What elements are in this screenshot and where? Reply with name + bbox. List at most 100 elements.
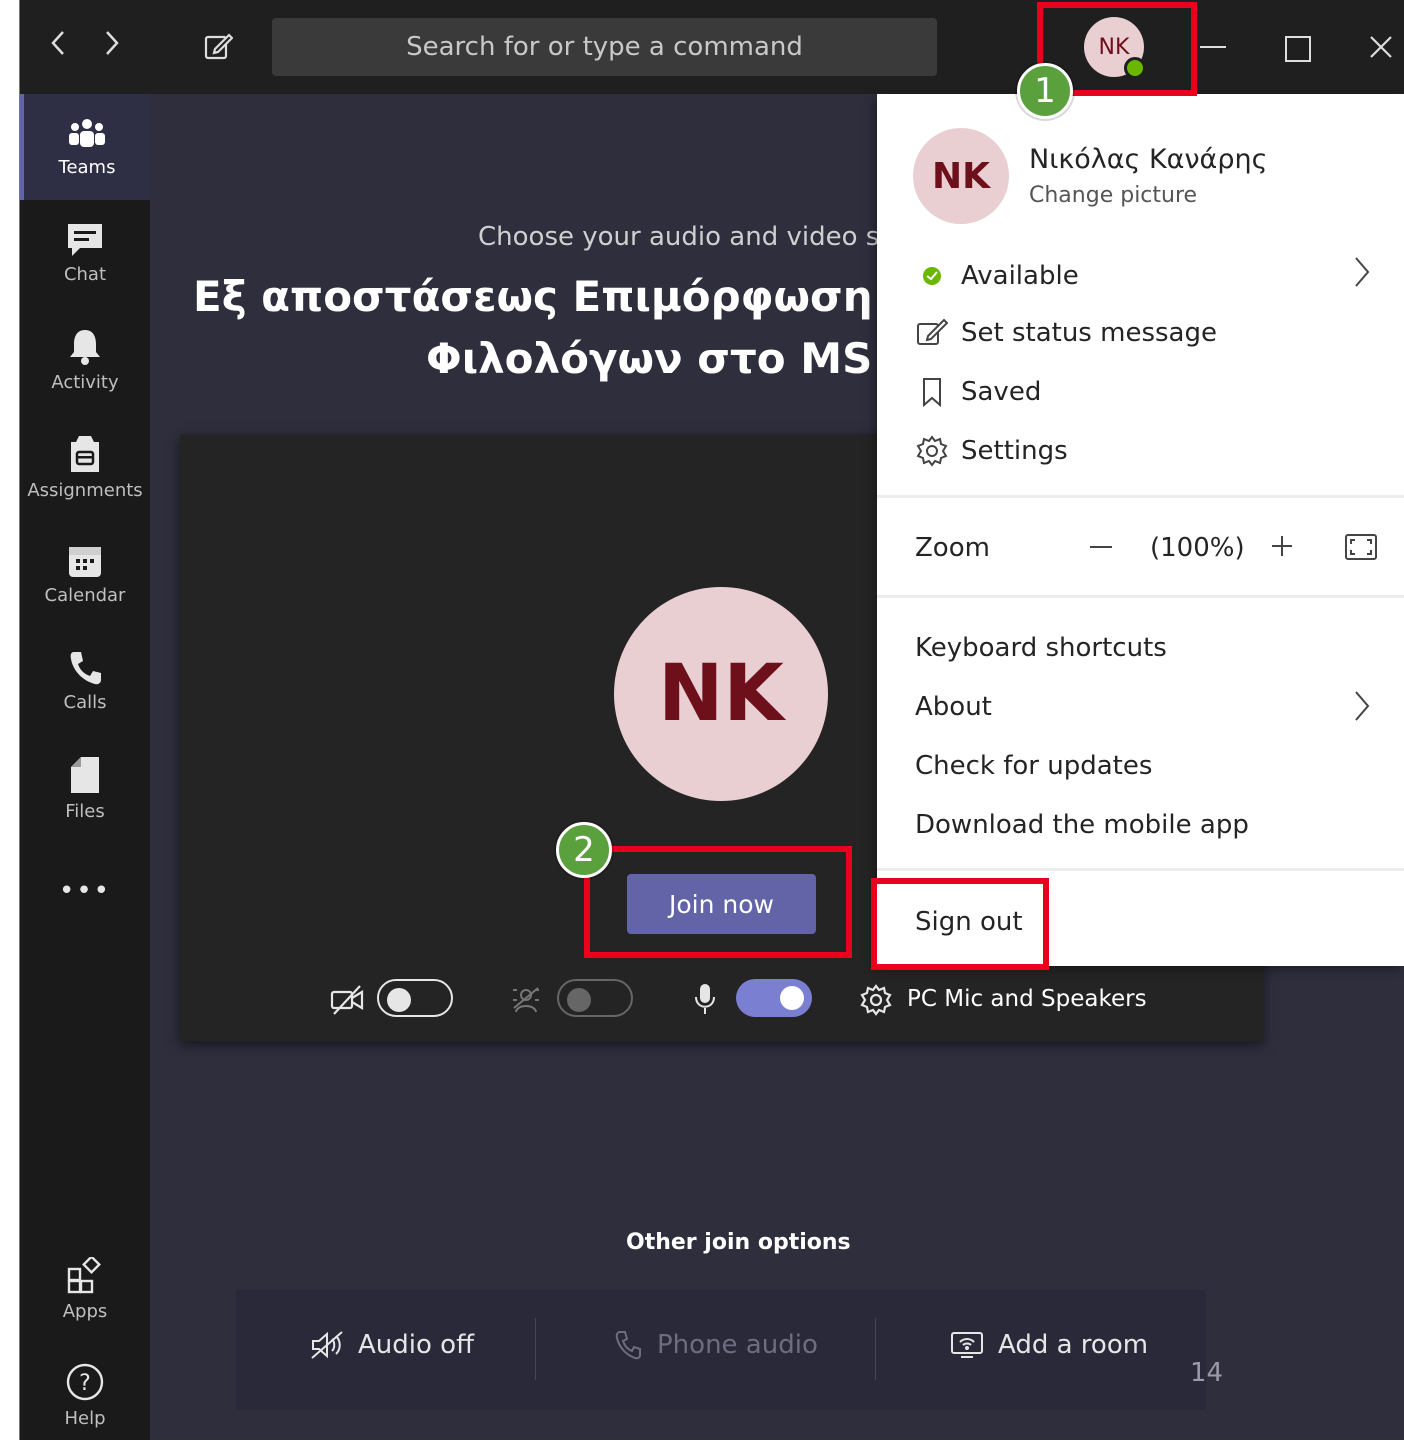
- zoom-in-button[interactable]: [1270, 534, 1294, 562]
- compose-icon: [204, 33, 234, 60]
- set-status-message-item[interactable]: Set status message: [915, 311, 1217, 355]
- change-picture-link[interactable]: Change picture: [1029, 183, 1197, 208]
- teams-icon: [69, 118, 105, 147]
- assignments-icon: [71, 435, 99, 472]
- microphone-toggle[interactable]: [736, 979, 812, 1017]
- menu-divider: [877, 868, 1404, 871]
- rail-item-calls[interactable]: Calls: [20, 628, 150, 734]
- device-settings-icon[interactable]: [860, 984, 892, 1020]
- camera-toggle[interactable]: [377, 979, 453, 1017]
- rail-item-chat[interactable]: Chat: [20, 200, 150, 306]
- search-input[interactable]: Search for or type a command: [272, 18, 937, 76]
- menu-divider: [877, 595, 1404, 598]
- saved-item[interactable]: Saved: [915, 370, 1041, 414]
- zoom-value: (100%): [1150, 533, 1245, 563]
- audio-off-option[interactable]: Audio off: [310, 1330, 474, 1360]
- rail-item-label: Files: [65, 800, 105, 822]
- edit-status-icon: [917, 318, 948, 345]
- rail-item-activity[interactable]: Activity: [20, 307, 150, 413]
- audio-device-label[interactable]: PC Mic and Speakers: [907, 986, 1147, 1012]
- option-divider: [535, 1318, 536, 1380]
- chevron-right-icon: [1352, 688, 1372, 733]
- rail-item-label: Calls: [63, 691, 107, 713]
- meeting-title-line1: Εξ αποστάσεως Επιμόρφωση Κα: [193, 272, 949, 321]
- camera-off-icon: [330, 984, 364, 1020]
- chevron-right-icon: [106, 31, 119, 55]
- rail-item-label: Activity: [51, 371, 119, 393]
- highlight-box-join: [584, 846, 852, 958]
- close-button[interactable]: [1368, 34, 1394, 64]
- check-updates-item[interactable]: Check for updates: [915, 744, 1152, 788]
- minimize-button[interactable]: [1200, 46, 1226, 48]
- background-blur-icon: [511, 986, 541, 1018]
- option-divider: [875, 1318, 876, 1380]
- speaker-off-icon: [311, 1331, 343, 1359]
- page-number: 14: [1190, 1358, 1224, 1388]
- step-badge-2: 2: [556, 822, 612, 878]
- keyboard-shortcuts-item[interactable]: Keyboard shortcuts: [915, 626, 1167, 670]
- rail-item-label: Chat: [63, 263, 107, 285]
- close-icon: [1370, 36, 1392, 58]
- highlight-box-sign-out: [871, 878, 1049, 970]
- toggle-knob: [567, 988, 591, 1012]
- background-blur-toggle[interactable]: [557, 979, 633, 1017]
- menu-divider: [877, 495, 1404, 498]
- forward-button[interactable]: [102, 28, 122, 66]
- bookmark-icon: [923, 378, 941, 407]
- presence-available-icon: [923, 267, 941, 285]
- saved-label: Saved: [961, 377, 1042, 407]
- new-chat-button[interactable]: [203, 31, 234, 65]
- room-icon: [951, 1332, 983, 1358]
- maximize-button[interactable]: [1285, 36, 1311, 62]
- rail-item-label: Assignments: [27, 479, 143, 501]
- other-join-options-heading: Other join options: [626, 1230, 851, 1255]
- preview-avatar: NK: [614, 587, 828, 801]
- zoom-reset-button[interactable]: [1345, 534, 1377, 564]
- audio-off-label: Audio off: [358, 1330, 474, 1360]
- phone-icon: [70, 651, 101, 684]
- rail-item-assignments[interactable]: Assignments: [20, 414, 150, 520]
- rail-item-label: Help: [64, 1407, 106, 1429]
- file-icon: [71, 756, 99, 793]
- rail-item-teams[interactable]: Teams: [20, 94, 150, 200]
- plus-icon: [1272, 536, 1292, 556]
- choose-audio-video-text: Choose your audio and video sett: [478, 222, 916, 252]
- set-status-label: Set status message: [961, 318, 1217, 348]
- toggle-knob: [780, 986, 804, 1010]
- more-apps-button[interactable]: •••: [20, 876, 150, 906]
- phone-icon: [615, 1331, 641, 1360]
- chevron-left-icon: [51, 31, 64, 55]
- menu-avatar[interactable]: NK: [913, 128, 1009, 224]
- window-left-edge: [0, 0, 20, 1440]
- zoom-out-button[interactable]: [1090, 546, 1112, 548]
- rail-item-help[interactable]: ? Help: [20, 1342, 150, 1448]
- phone-audio-label: Phone audio: [657, 1330, 818, 1360]
- toggle-knob: [387, 988, 411, 1012]
- meeting-title-line2: Φιλολόγων στο MS T: [426, 334, 916, 383]
- about-item[interactable]: About: [915, 685, 992, 729]
- gear-icon: [916, 435, 948, 467]
- status-label: Available: [961, 261, 1079, 291]
- rail-item-calendar[interactable]: Calendar: [20, 521, 150, 627]
- help-icon: ?: [66, 1363, 104, 1400]
- microphone-icon: [694, 982, 716, 1020]
- bell-icon: [70, 329, 100, 365]
- back-button[interactable]: [48, 28, 68, 66]
- calendar-icon: [69, 546, 101, 577]
- zoom-label: Zoom: [915, 533, 990, 563]
- rail-item-label: Calendar: [44, 584, 126, 606]
- user-name: Νικόλας Κανάρης: [1029, 144, 1268, 175]
- step-badge-1: 1: [1017, 63, 1073, 119]
- chat-icon: [68, 223, 102, 256]
- add-room-option[interactable]: Add a room: [950, 1330, 1148, 1360]
- rail-item-apps[interactable]: Apps: [20, 1236, 150, 1342]
- chevron-right-icon: [1352, 254, 1372, 299]
- settings-label: Settings: [961, 436, 1068, 466]
- status-available-item[interactable]: Available: [915, 254, 1079, 298]
- rail-item-files[interactable]: Files: [20, 735, 150, 841]
- download-mobile-app-item[interactable]: Download the mobile app: [915, 803, 1249, 847]
- apps-icon: [67, 1256, 101, 1293]
- settings-item[interactable]: Settings: [915, 429, 1068, 473]
- add-room-label: Add a room: [998, 1330, 1149, 1360]
- phone-audio-option[interactable]: Phone audio: [615, 1330, 818, 1360]
